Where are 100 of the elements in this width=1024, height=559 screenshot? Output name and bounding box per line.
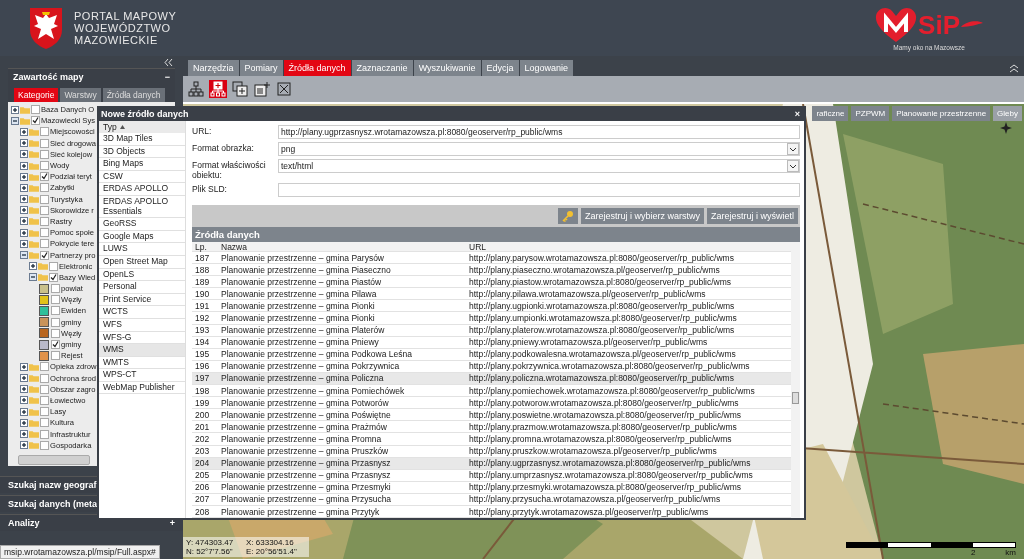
checkbox[interactable]: [40, 161, 49, 171]
expand-icon[interactable]: [20, 195, 28, 204]
close-button[interactable]: ×: [794, 109, 800, 119]
checkbox[interactable]: [40, 149, 49, 159]
type-item[interactable]: Bing Maps: [99, 158, 185, 171]
checkbox[interactable]: [40, 216, 49, 226]
expand-icon[interactable]: [20, 127, 28, 136]
type-item[interactable]: GeoRSS: [99, 218, 185, 231]
table-row[interactable]: 192 Planowanie przestrzenne – gmina Pionki http://plany.umpionki.wrotamazowsza.pl:8080/geoserver/rp_public/wms: [192, 312, 791, 325]
collapse-icon[interactable]: [11, 116, 19, 125]
collapse-icon[interactable]: [20, 251, 28, 260]
expand-icon[interactable]: [20, 441, 28, 450]
expand-icon[interactable]: [20, 418, 28, 427]
input-field[interactable]: http://plany.ugprzasnysz.wrotamazowsza.pl:8080/geoserver/rp_public/wms: [278, 125, 800, 139]
checkbox[interactable]: [40, 172, 49, 182]
checkbox[interactable]: [40, 138, 49, 148]
checkbox[interactable]: [31, 116, 40, 126]
section-title[interactable]: Analizy: [8, 518, 40, 528]
vertical-scrollbar[interactable]: [791, 242, 800, 519]
checkbox[interactable]: [51, 284, 60, 294]
expand-icon[interactable]: [20, 206, 28, 215]
type-item[interactable]: WMS: [99, 344, 185, 357]
table-row[interactable]: 187 Planowanie przestrzenne – gmina Parysów http://plany.parysow.wrotamazowsza.pl:8080/geoserver/rp_public/wms: [192, 252, 791, 265]
tool-button[interactable]: [231, 80, 249, 98]
ribbon-tab[interactable]: Narzędzia: [188, 60, 239, 76]
type-item[interactable]: 3D Map Tiles: [99, 133, 185, 146]
table-row[interactable]: 203 Planowanie przestrzenne – gmina Pruszków http://plany.pruszkow.wrotamazowsza.pl/geoserver/rp_public/wms: [192, 445, 791, 458]
type-item[interactable]: CSW: [99, 170, 185, 184]
checkbox[interactable]: [40, 205, 49, 215]
table-row[interactable]: 198 Planowanie przestrzenne – gmina Pomiechówek http://plany.pomiechowek.wrotamazowsza.pl:8080/geoserver/rp_public/wms: [192, 385, 791, 398]
collapse-left-icon[interactable]: [164, 58, 173, 66]
expand-icon[interactable]: [20, 217, 28, 226]
expand-icon[interactable]: [20, 183, 28, 192]
type-item[interactable]: Google Maps: [99, 230, 185, 244]
type-item[interactable]: WCTS: [99, 306, 185, 319]
expand-icon[interactable]: [20, 172, 28, 181]
collapse-icon[interactable]: [29, 273, 37, 282]
checkbox[interactable]: [51, 295, 60, 305]
table-row[interactable]: 207 Planowanie przestrzenne – gmina Przysucha http://plany.przysucha.wrotamazowsza.pl/geoserver/rp_public/wms: [192, 493, 791, 506]
type-item[interactable]: Personal: [99, 281, 185, 294]
checkbox[interactable]: [40, 373, 49, 383]
expand-icon[interactable]: [20, 407, 28, 416]
expand-icon[interactable]: [20, 374, 28, 383]
ribbon-tab[interactable]: Edycja: [481, 60, 519, 76]
tool-button[interactable]: [187, 80, 205, 98]
ribbon-tab[interactable]: Źródła danych: [283, 60, 351, 76]
table-row[interactable]: 196 Planowanie przestrzenne – gmina Pokrzywnica http://plany.pokrzywnica.wrotamazowsza.pl:8080/geoserver/rp_public/wms: [192, 360, 791, 373]
ribbon-tab[interactable]: Pomiary: [239, 60, 283, 76]
table-row[interactable]: 205 Planowanie przestrzenne – gmina Przasnysz http://plany.umprzasnysz.wrotamazowsza.pl:8080/geoserver/rp_public/wms: [192, 469, 791, 482]
checkbox[interactable]: [40, 228, 49, 238]
column-header[interactable]: Lp.: [192, 241, 221, 252]
expand-icon[interactable]: [20, 139, 28, 148]
checkbox[interactable]: [40, 194, 49, 204]
type-item[interactable]: WMTS: [99, 356, 185, 370]
table-row[interactable]: 194 Planowanie przestrzenne – gmina Pniewy http://plany.pniewy.wrotamazowsza.pl/geoserver/rp_public/wms: [192, 336, 791, 349]
expand-icon[interactable]: [20, 362, 28, 371]
expand-icon[interactable]: [20, 161, 28, 170]
sidebar-tab[interactable]: Kategorie: [14, 88, 59, 102]
checkbox[interactable]: [40, 407, 49, 417]
sidebar-tab[interactable]: Warstwy: [60, 88, 101, 102]
tool-button[interactable]: [275, 80, 293, 98]
type-item[interactable]: ERDAS APOLLO Essentials: [99, 195, 185, 219]
table-row[interactable]: 189 Planowanie przestrzenne – gmina Piastów http://plany.piastow.wrotamazowsza.pl:8080/geoserver/rp_public/wms: [192, 276, 791, 289]
column-header[interactable]: Typ: [99, 121, 185, 133]
collapse-up-icon[interactable]: [1010, 63, 1018, 73]
type-item[interactable]: 3D Objects: [99, 145, 185, 159]
key-button[interactable]: [557, 208, 578, 224]
table-row[interactable]: 195 Planowanie przestrzenne – gmina Podkowa Leśna http://plany.podkowalesna.wrotamazowsza.pl/geoserver/rp_public/wms: [192, 348, 791, 361]
table-row[interactable]: 199 Planowanie przestrzenne – gmina Potworów http://plany.potworow.wrotamazowsza.pl:8080/geoserver/rp_public/wms: [192, 397, 791, 410]
section-title[interactable]: Szukaj danych (meta: [8, 499, 98, 509]
expand-icon[interactable]: [20, 396, 28, 405]
expand-icon[interactable]: [20, 430, 28, 439]
type-item[interactable]: LUWS: [99, 243, 185, 256]
expand-icon[interactable]: [11, 105, 19, 114]
expand-button[interactable]: +: [169, 518, 175, 528]
column-header[interactable]: Nazwa: [221, 241, 469, 252]
checkbox[interactable]: [40, 250, 49, 260]
sidebar-tab[interactable]: Źródła danych: [102, 88, 165, 102]
checkbox[interactable]: [51, 317, 60, 327]
table-row[interactable]: 202 Planowanie przestrzenne – gmina Promna http://plany.promna.wrotamazowsza.pl:8080/geoserver/rp_public/wms: [192, 433, 791, 446]
register-button[interactable]: Zarejestruj i wybierz warstwy: [580, 208, 704, 224]
table-row[interactable]: 190 Planowanie przestrzenne – gmina Pilawa http://plany.pilawa.wrotamazowsza.pl/geoserver/rp_public/wms: [192, 288, 791, 301]
checkbox[interactable]: [51, 340, 60, 350]
checkbox[interactable]: [40, 127, 49, 137]
table-row[interactable]: 208 Planowanie przestrzenne – gmina Przytyk http://plany.przytyk.wrotamazowsza.pl/geoserver/rp_public/wms: [192, 505, 791, 519]
checkbox[interactable]: [49, 272, 58, 282]
checkbox[interactable]: [40, 440, 49, 450]
dropdown-field[interactable]: png: [278, 142, 800, 156]
ribbon-tab[interactable]: Zaznaczanie: [351, 60, 413, 76]
checkbox[interactable]: [51, 328, 60, 338]
type-item[interactable]: ERDAS APOLLO: [99, 183, 185, 196]
input-field[interactable]: [278, 183, 800, 197]
tool-button[interactable]: [253, 80, 271, 98]
tool-button[interactable]: [209, 80, 227, 98]
table-row[interactable]: 193 Planowanie przestrzenne – gmina Platerów http://plany.platerow.wrotamazowsza.pl:8080/geoserver/rp_public/wms: [192, 324, 791, 337]
type-item[interactable]: WebMap Publisher: [99, 381, 185, 395]
layer-button[interactable]: Planowanie przestrzenne: [892, 106, 991, 121]
type-item[interactable]: OpenLS: [99, 268, 185, 282]
column-title[interactable]: Typ: [103, 122, 117, 132]
table-row[interactable]: 201 Planowanie przestrzenne – gmina Prażmów http://plany.prazmow.wrotamazowsza.pl:8080/geoserver/rp_public/wms: [192, 421, 791, 434]
